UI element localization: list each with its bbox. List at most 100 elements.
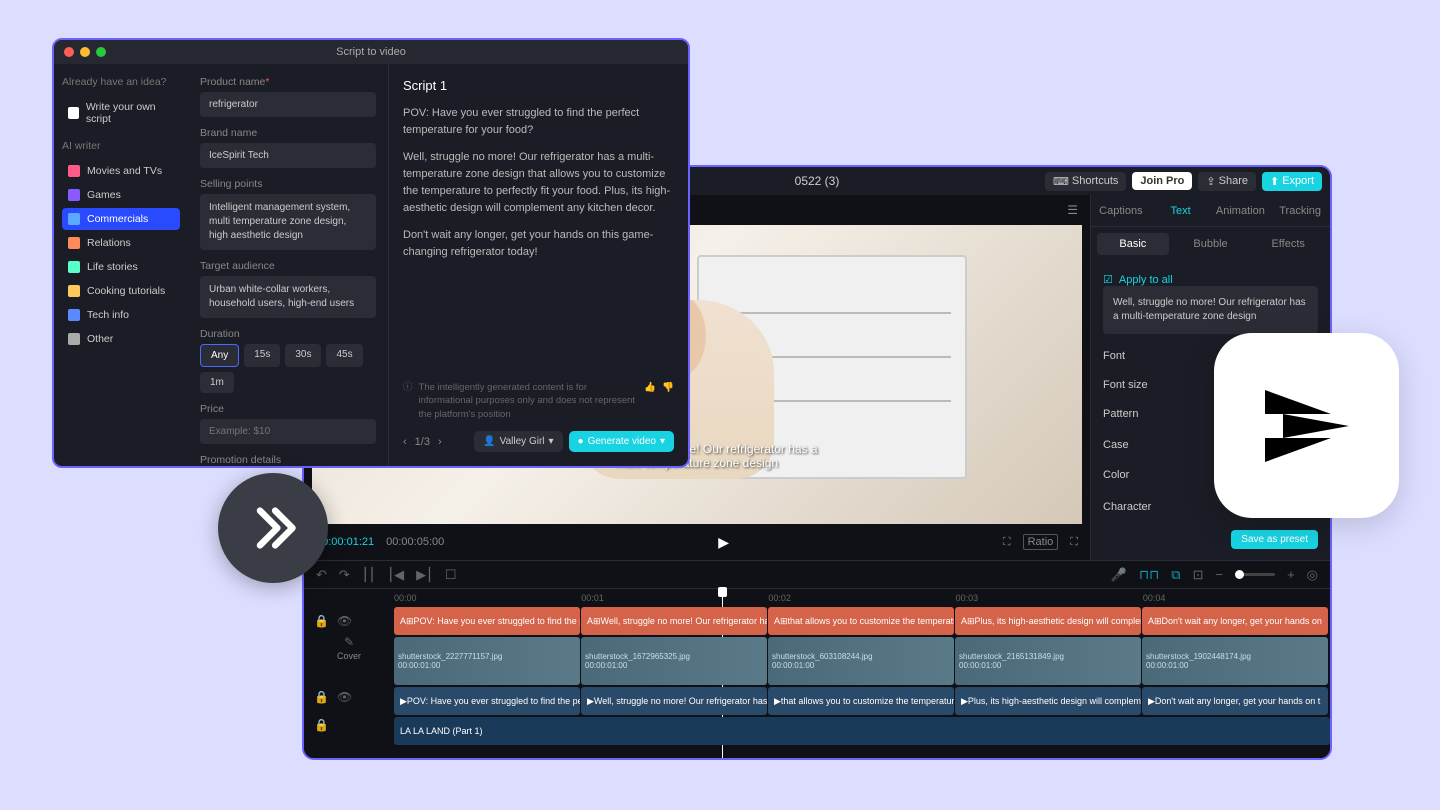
timeline-toolbar: ↶ ↷ ⎮⎮ ⎮◀ ▶⎮ ☐ 🎤 ⊓⊓ ⧉ ⊡ − + ◎ bbox=[304, 561, 1330, 589]
duration-30s[interactable]: 30s bbox=[285, 344, 321, 367]
product-name-input[interactable] bbox=[200, 92, 376, 117]
caption-clip[interactable]: A⊞ Well, struggle no more! Our refrigera… bbox=[581, 607, 767, 635]
crop-icon[interactable]: ⛶ bbox=[1003, 536, 1011, 549]
subtab-effects[interactable]: Effects bbox=[1252, 233, 1324, 255]
join-pro-button[interactable]: Join Pro bbox=[1132, 172, 1192, 190]
video-clip[interactable]: shutterstock_1672965325.jpg00:00:01:00 bbox=[581, 637, 767, 685]
undo-icon[interactable]: ↶ bbox=[316, 567, 327, 583]
font-label: Font bbox=[1103, 350, 1125, 362]
sidebar-item-games[interactable]: Games bbox=[62, 184, 180, 206]
tool-icon[interactable]: ⊡ bbox=[1193, 567, 1204, 583]
thumbs-down-icon[interactable]: 👎 bbox=[662, 381, 674, 394]
fontsize-label: Font size bbox=[1103, 379, 1148, 391]
duration-1m[interactable]: 1m bbox=[200, 372, 234, 393]
thumbs-up-icon[interactable]: 👍 bbox=[644, 381, 656, 394]
duration-any[interactable]: Any bbox=[200, 344, 239, 367]
sidebar-item-commercials[interactable]: Commercials bbox=[62, 208, 180, 230]
selling-points-input[interactable]: Intelligent management system, multi tem… bbox=[200, 194, 376, 250]
caption-clip[interactable]: A⊞ POV: Have you ever struggled to find … bbox=[394, 607, 580, 635]
window-titlebar: Script to video bbox=[54, 40, 688, 64]
video-clip[interactable]: shutterstock_2227771157.jpg00:00:01:00 bbox=[394, 637, 580, 685]
shortcuts-button[interactable]: ⌨ Shortcuts bbox=[1045, 172, 1126, 191]
music-track[interactable]: LA LA LAND (Part 1) bbox=[394, 717, 1330, 745]
sidebar-item-life[interactable]: Life stories bbox=[62, 256, 180, 278]
sidebar-item-cooking[interactable]: Cooking tutorials bbox=[62, 280, 180, 302]
caption-clip[interactable]: A⊞ Plus, its high-aesthetic design will … bbox=[955, 607, 1141, 635]
music-clip[interactable]: LA LA LAND (Part 1) bbox=[394, 717, 1330, 745]
tts-clip[interactable]: ▶ Don't wait any longer, get your hands … bbox=[1142, 687, 1328, 715]
tts-clip[interactable]: ▶ Well, struggle no more! Our refrigerat… bbox=[581, 687, 767, 715]
eye-icon[interactable]: 👁 bbox=[337, 690, 352, 704]
zoom-out-icon[interactable]: − bbox=[1215, 567, 1223, 582]
lock-icon[interactable]: 🔒 bbox=[314, 614, 329, 628]
fit-icon[interactable]: ◎ bbox=[1307, 567, 1318, 583]
export-button[interactable]: ⬆ Export bbox=[1262, 172, 1322, 191]
script-pager: ‹ 1/3 › bbox=[403, 436, 442, 448]
next-page-icon[interactable]: › bbox=[438, 436, 442, 448]
maximize-icon[interactable] bbox=[96, 47, 106, 57]
video-clip[interactable]: shutterstock_2165131849.jpg00:00:01:00 bbox=[955, 637, 1141, 685]
video-track[interactable]: shutterstock_2227771157.jpg00:00:01:00 s… bbox=[394, 637, 1330, 685]
redo-icon[interactable]: ↷ bbox=[339, 567, 350, 583]
script-title: Script 1 bbox=[403, 78, 674, 93]
magnet-icon[interactable]: ⊓⊓ bbox=[1139, 567, 1159, 583]
tab-captions[interactable]: Captions bbox=[1091, 195, 1151, 226]
zoom-slider[interactable] bbox=[1235, 573, 1275, 576]
apply-all-checkbox[interactable]: ☑ Apply to all bbox=[1103, 273, 1318, 286]
subtab-basic[interactable]: Basic bbox=[1097, 233, 1169, 255]
audience-input[interactable]: Urban white-collar workers, household us… bbox=[200, 276, 376, 318]
mic-icon[interactable]: 🎤 bbox=[1111, 567, 1127, 583]
delete-icon[interactable]: ☐ bbox=[445, 567, 457, 583]
split-icon[interactable]: ⎮⎮ bbox=[362, 567, 376, 583]
trim-right-icon[interactable]: ▶⎮ bbox=[416, 567, 433, 583]
link-icon[interactable]: ⧉ bbox=[1171, 567, 1180, 583]
disclaimer: ⓘThe intelligently generated content is … bbox=[403, 381, 674, 421]
video-clip[interactable]: shutterstock_1902448174.jpg00:00:01:00 bbox=[1142, 637, 1328, 685]
script-paragraph: POV: Have you ever struggled to find the… bbox=[403, 105, 674, 139]
script-paragraph: Don't wait any longer, get your hands on… bbox=[403, 227, 674, 261]
ratio-button[interactable]: Ratio bbox=[1023, 534, 1059, 550]
total-time: 00:00:05:00 bbox=[386, 536, 444, 548]
sidebar-item-tech[interactable]: Tech info bbox=[62, 304, 180, 326]
brand-name-input[interactable] bbox=[200, 143, 376, 168]
tts-clip[interactable]: ▶ that allows you to customize the tempe… bbox=[768, 687, 954, 715]
prev-page-icon[interactable]: ‹ bbox=[403, 436, 407, 448]
zoom-in-icon[interactable]: + bbox=[1287, 567, 1295, 582]
cover-icon[interactable]: ✎ bbox=[344, 635, 354, 649]
generate-video-button[interactable]: ● Generate video ▾ bbox=[569, 431, 674, 452]
video-clip[interactable]: shutterstock_603108244.jpg00:00:01:00 bbox=[768, 637, 954, 685]
text-preview-box[interactable]: Well, struggle no more! Our refrigerator… bbox=[1103, 286, 1318, 334]
project-title: 0522 (3) bbox=[795, 174, 840, 188]
minimize-icon[interactable] bbox=[80, 47, 90, 57]
timeline-ruler[interactable]: 00:0000:0100:0200:0300:04 bbox=[304, 589, 1330, 607]
save-preset-button[interactable]: Save as preset bbox=[1231, 530, 1318, 549]
caption-track[interactable]: A⊞ POV: Have you ever struggled to find … bbox=[394, 607, 1330, 635]
script-form: Product name* Brand name Selling points … bbox=[188, 64, 388, 466]
close-icon[interactable] bbox=[64, 47, 74, 57]
eye-icon[interactable]: 👁 bbox=[337, 614, 352, 628]
play-button[interactable]: ▶ bbox=[718, 534, 729, 551]
lock-icon[interactable]: 🔒 bbox=[314, 718, 329, 732]
lock-icon[interactable]: 🔒 bbox=[314, 690, 329, 704]
voice-select[interactable]: 👤 Valley Girl ▾ bbox=[474, 431, 562, 452]
share-button[interactable]: ⇪ Share bbox=[1198, 172, 1256, 191]
caption-clip[interactable]: A⊞ Don't wait any longer, get your hands… bbox=[1142, 607, 1328, 635]
player-menu-icon[interactable]: ☰ bbox=[1067, 203, 1078, 217]
write-own-script[interactable]: Write your own script bbox=[62, 96, 180, 130]
caption-clip[interactable]: A⊞ that allows you to customize the temp… bbox=[768, 607, 954, 635]
price-input[interactable] bbox=[200, 419, 376, 444]
sidebar-item-movies[interactable]: Movies and TVs bbox=[62, 160, 180, 182]
duration-15s[interactable]: 15s bbox=[244, 344, 280, 367]
fullscreen-icon[interactable]: ⛶ bbox=[1070, 536, 1078, 549]
sidebar-item-relations[interactable]: Relations bbox=[62, 232, 180, 254]
tab-animation[interactable]: Animation bbox=[1211, 195, 1271, 226]
subtab-bubble[interactable]: Bubble bbox=[1175, 233, 1247, 255]
tts-track[interactable]: ▶ POV: Have you ever struggled to find t… bbox=[394, 687, 1330, 715]
tab-tracking[interactable]: Tracking bbox=[1270, 195, 1330, 226]
duration-45s[interactable]: 45s bbox=[326, 344, 362, 367]
tts-clip[interactable]: ▶ POV: Have you ever struggled to find t… bbox=[394, 687, 580, 715]
trim-left-icon[interactable]: ⎮◀ bbox=[387, 567, 404, 583]
tts-clip[interactable]: ▶ Plus, its high-aesthetic design will c… bbox=[955, 687, 1141, 715]
sidebar-item-other[interactable]: Other bbox=[62, 328, 180, 350]
tab-text[interactable]: Text bbox=[1151, 195, 1211, 226]
